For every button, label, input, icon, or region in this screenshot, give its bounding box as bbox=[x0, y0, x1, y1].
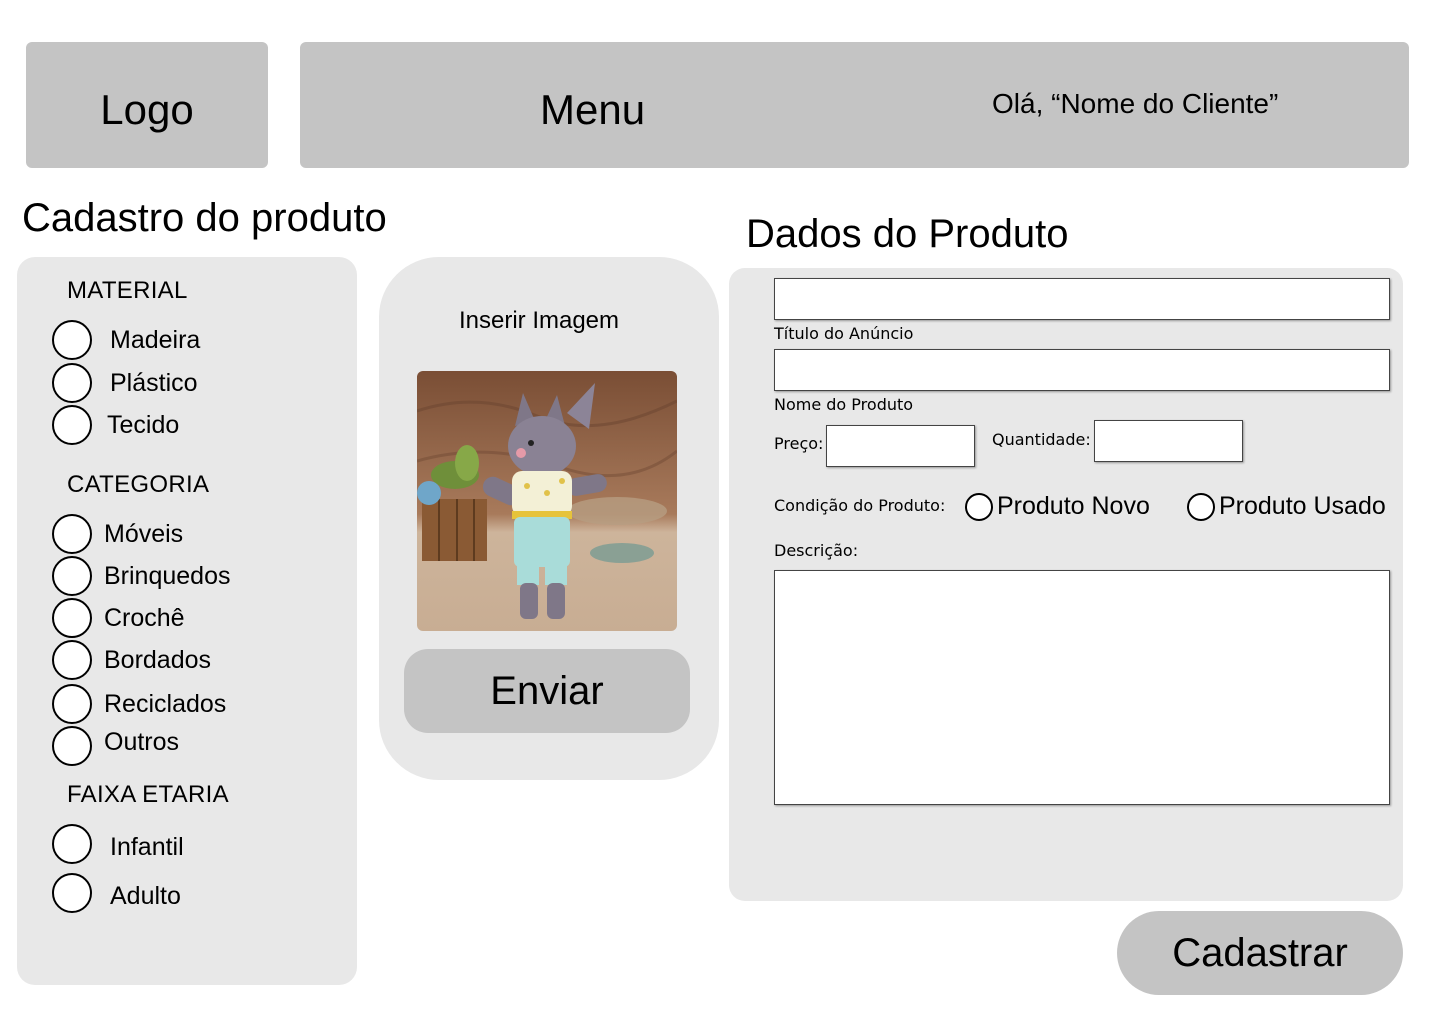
categoria-option-brinquedos[interactable]: Brinquedos bbox=[52, 556, 230, 596]
option-label: Produto Novo bbox=[997, 492, 1150, 520]
menu-button[interactable]: Menu bbox=[540, 86, 645, 134]
ad-title-input[interactable] bbox=[774, 278, 1390, 320]
ad-title-label: Título do Anúncio bbox=[774, 324, 914, 343]
radio-circle-icon[interactable] bbox=[52, 514, 92, 554]
product-data-title: Dados do Produto bbox=[746, 212, 1069, 256]
greeting-text: Olá, “Nome do Cliente” bbox=[992, 88, 1279, 119]
condition-option-new[interactable]: Produto Novo bbox=[965, 492, 1150, 521]
radio-circle-icon[interactable] bbox=[52, 363, 92, 403]
radio-circle-icon[interactable] bbox=[52, 684, 92, 724]
quantity-input[interactable] bbox=[1094, 420, 1243, 462]
price-input[interactable] bbox=[826, 425, 975, 467]
price-label: Preço: bbox=[774, 434, 824, 453]
crochet-toy-photo-icon bbox=[417, 371, 677, 631]
option-label: Bordados bbox=[104, 645, 212, 674]
categoria-label: CATEGORIA bbox=[67, 471, 210, 498]
option-label: Reciclados bbox=[104, 689, 227, 718]
faixa-etaria-label: FAIXA ETARIA bbox=[67, 781, 229, 808]
material-label: MATERIAL bbox=[67, 277, 188, 304]
condition-label: Condição do Produto: bbox=[774, 496, 946, 515]
categoria-option-outros[interactable]: Outros bbox=[52, 726, 179, 766]
radio-circle-icon[interactable] bbox=[52, 556, 92, 596]
logo[interactable]: Logo bbox=[26, 42, 268, 168]
option-label: Crochê bbox=[104, 603, 185, 632]
option-label: Móveis bbox=[104, 519, 184, 548]
register-button[interactable]: Cadastrar bbox=[1117, 911, 1403, 995]
description-label: Descrição: bbox=[774, 541, 859, 560]
option-label: Outros bbox=[104, 727, 180, 756]
radio-circle-icon[interactable] bbox=[52, 320, 92, 360]
faixa-option-infantil[interactable]: Infantil bbox=[52, 824, 184, 864]
product-name-input[interactable] bbox=[774, 349, 1390, 391]
product-name-label: Nome do Produto bbox=[774, 395, 914, 414]
filters-panel: MATERIAL Madeira Plástico Tecido CATEGOR… bbox=[17, 257, 357, 985]
radio-circle-icon[interactable] bbox=[52, 824, 92, 864]
option-label: Plástico bbox=[110, 368, 198, 397]
material-option-plastico[interactable]: Plástico bbox=[52, 363, 198, 403]
option-label: Brinquedos bbox=[104, 561, 231, 590]
description-textarea[interactable] bbox=[774, 570, 1390, 805]
image-upload-panel: Inserir Imagem Enviar bbox=[379, 257, 719, 780]
quantity-label: Quantidade: bbox=[992, 430, 1091, 449]
material-option-madeira[interactable]: Madeira bbox=[52, 320, 200, 360]
radio-circle-icon[interactable] bbox=[52, 640, 92, 680]
radio-circle-icon[interactable] bbox=[52, 873, 92, 913]
radio-circle-icon[interactable] bbox=[965, 492, 993, 521]
condition-option-used[interactable]: Produto Usado bbox=[1187, 492, 1386, 521]
option-label: Infantil bbox=[110, 832, 184, 861]
option-label: Produto Usado bbox=[1219, 492, 1386, 520]
radio-circle-icon[interactable] bbox=[52, 405, 92, 445]
categoria-option-croche[interactable]: Crochê bbox=[52, 598, 185, 638]
categoria-option-moveis[interactable]: Móveis bbox=[52, 514, 183, 554]
menu-bar: Menu Olá, “Nome do Cliente” bbox=[300, 42, 1409, 168]
logo-label: Logo bbox=[100, 86, 194, 133]
categoria-option-reciclados[interactable]: Reciclados bbox=[52, 684, 226, 724]
faixa-option-adulto[interactable]: Adulto bbox=[52, 873, 181, 913]
categoria-option-bordados[interactable]: Bordados bbox=[52, 640, 211, 680]
option-label: Madeira bbox=[110, 325, 201, 354]
radio-circle-icon[interactable] bbox=[52, 726, 92, 766]
option-label: Tecido bbox=[107, 410, 180, 439]
radio-circle-icon[interactable] bbox=[1187, 492, 1215, 521]
product-form-panel: Título do Anúncio Nome do Produto Preço:… bbox=[729, 268, 1403, 901]
insert-image-label: Inserir Imagem bbox=[458, 307, 620, 334]
material-option-tecido[interactable]: Tecido bbox=[52, 405, 179, 445]
product-image[interactable] bbox=[417, 371, 677, 631]
option-label: Adulto bbox=[110, 881, 181, 910]
send-button[interactable]: Enviar bbox=[404, 649, 690, 733]
page-title: Cadastro do produto bbox=[22, 196, 387, 240]
radio-circle-icon[interactable] bbox=[52, 598, 92, 638]
